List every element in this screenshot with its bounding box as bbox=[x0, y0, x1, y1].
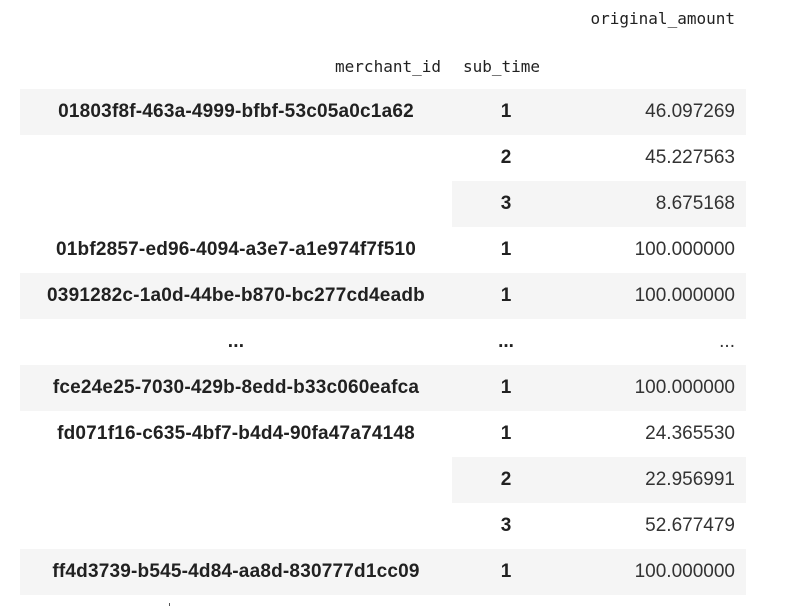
table-row: 2 22.956991 bbox=[20, 457, 746, 503]
original-amount-cell: 100.000000 bbox=[634, 285, 735, 306]
sub-time-cell: 1 bbox=[500, 423, 512, 444]
sub-time-cell: 1 bbox=[500, 101, 512, 122]
sub-time-cell: 3 bbox=[500, 193, 512, 214]
table-row: 3 8.675168 bbox=[20, 181, 746, 227]
sub-time-cell: ... bbox=[498, 331, 514, 352]
sub-time-cell: 3 bbox=[500, 515, 512, 536]
merchant-id-cell: 01803f8f-463a-4999-bfbf-53c05a0c1a62 bbox=[58, 101, 414, 122]
original-amount-cell: 22.956991 bbox=[645, 469, 735, 490]
merchant-id-cell: 0391282c-1a0d-44be-b870-bc277cd4eadb bbox=[47, 285, 425, 306]
index-header-merchant-id: merchant_id bbox=[335, 57, 441, 76]
dataframe-output: original_amount merchant_id sub_time 018… bbox=[20, 0, 746, 609]
table-row: fd071f16-c635-4bf7-b4d4-90fa47a74148 1 24.… bbox=[20, 411, 746, 457]
column-header-original-amount: original_amount bbox=[590, 9, 736, 28]
merchant-id-cell: ff4d3739-b545-4d84-aa8d-830777d1cc09 bbox=[52, 561, 420, 582]
sub-time-cell: 1 bbox=[500, 561, 512, 582]
merchant-id-cell bbox=[20, 503, 452, 549]
sub-time-cell: 1 bbox=[500, 377, 512, 398]
table-row: 0391282c-1a0d-44be-b870-bc277cd4eadb 1 100… bbox=[20, 273, 746, 319]
merchant-id-cell bbox=[20, 135, 452, 181]
index-header-sub-time: sub_time bbox=[463, 57, 541, 76]
original-amount-cell: 45.227563 bbox=[645, 147, 735, 168]
merchant-id-cell bbox=[20, 181, 452, 227]
merchant-id-cell: fd071f16-c635-4bf7-b4d4-90fa47a74148 bbox=[57, 423, 415, 444]
merchant-id-cell bbox=[20, 457, 452, 503]
sub-time-cell: 1 bbox=[500, 239, 512, 260]
merchant-id-cell: fce24e25-7030-429b-8edd-b33c060eafca bbox=[52, 377, 420, 398]
original-amount-cell: 52.677479 bbox=[645, 515, 735, 536]
table-row: fce24e25-7030-429b-8edd-b33c060eafca 1 100… bbox=[20, 365, 746, 411]
sub-time-cell: 1 bbox=[500, 285, 512, 306]
original-amount-cell: 24.365530 bbox=[645, 423, 735, 444]
merchant-id-cell: 01bf2857-ed96-4094-a3e7-a1e974f7f510 bbox=[55, 239, 416, 260]
table-row: ff4d3739-b545-4d84-aa8d-830777d1cc09 1 100… bbox=[20, 549, 746, 595]
table-row: 01bf2857-ed96-4094-a3e7-a1e974f7f510 1 100… bbox=[20, 227, 746, 273]
stray-mark bbox=[169, 603, 170, 606]
merchant-id-cell: ... bbox=[227, 331, 245, 352]
table-row: 3 52.677479 bbox=[20, 503, 746, 549]
original-amount-cell: 100.000000 bbox=[634, 561, 735, 582]
table-row: 01803f8f-463a-4999-bfbf-53c05a0c1a62 1 46.… bbox=[20, 89, 746, 135]
original-amount-cell: 100.000000 bbox=[634, 377, 735, 398]
table-row: ......... bbox=[20, 319, 746, 365]
sub-time-cell: 2 bbox=[500, 147, 512, 168]
original-amount-cell: ... bbox=[719, 331, 735, 352]
table-row: 2 45.227563 bbox=[20, 135, 746, 181]
sub-time-cell: 2 bbox=[500, 469, 512, 490]
original-amount-cell: 100.000000 bbox=[634, 239, 735, 260]
original-amount-cell: 8.675168 bbox=[655, 193, 735, 214]
original-amount-cell: 46.097269 bbox=[645, 101, 735, 122]
